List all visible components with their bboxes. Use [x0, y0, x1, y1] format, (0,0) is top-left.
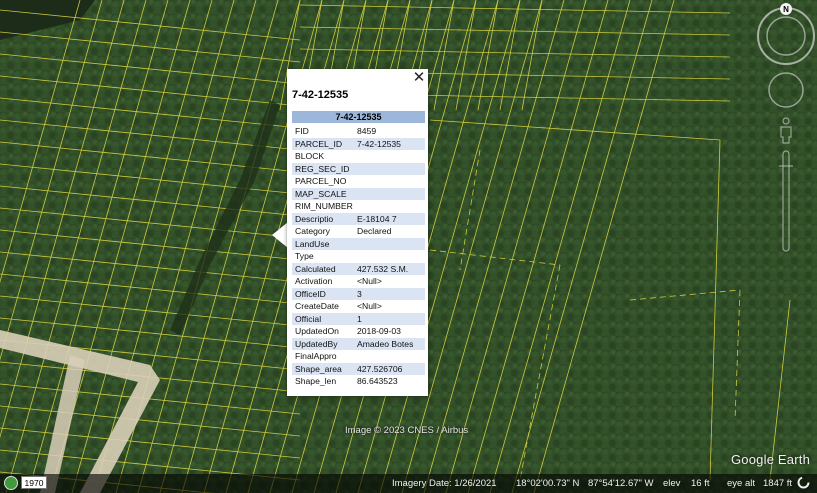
attribute-key: PARCEL_NO	[295, 176, 347, 187]
attribute-value	[354, 187, 425, 200]
attribute-value	[354, 250, 425, 263]
attribute-row: Category Declared	[292, 225, 425, 238]
attribute-value	[354, 237, 425, 250]
attribute-row: FinalAppro	[292, 350, 425, 363]
eye-alt-label: eye alt	[727, 478, 755, 489]
attribute-value: 8459	[357, 126, 377, 137]
attribute-value: 2018-09-03	[357, 326, 401, 337]
attribute-row: CreateDate <Null>	[292, 300, 425, 313]
attribute-value: 7-42-12535	[354, 137, 425, 150]
attribute-key: Official	[292, 312, 354, 325]
historical-year[interactable]: 1970	[21, 476, 47, 489]
streaming-icon	[797, 476, 810, 489]
attribute-row: Shape_len 86.643523	[292, 375, 425, 388]
attribute-key: UpdatedBy	[292, 337, 354, 350]
attribute-row: Type	[292, 250, 425, 263]
compass-north-label: N	[783, 5, 789, 14]
elevation-value: 16 ft	[691, 478, 710, 489]
popup-header: 7-42-12535	[292, 111, 425, 123]
attribute-row: LandUse	[292, 237, 425, 250]
attribute-key: PARCEL_ID	[292, 137, 354, 150]
attribute-value: <Null>	[357, 301, 382, 312]
attribute-row: Shape_area 427.526706	[292, 362, 425, 375]
attribute-row: OfficeID 3	[292, 287, 425, 300]
attribute-key: Activation	[295, 276, 333, 287]
historical-imagery-icon[interactable]	[4, 476, 18, 490]
attribute-key: BLOCK	[295, 151, 325, 162]
attribute-row: Descriptio E-18104 7	[292, 212, 425, 225]
attribute-row: Official 1	[292, 312, 425, 325]
attribute-row: PARCEL_NO	[292, 175, 425, 188]
google-earth-logo: Google Earth	[731, 452, 811, 467]
attribute-value: 427.532 S.M.	[354, 262, 425, 275]
attribute-value: 86.643523	[357, 376, 398, 387]
attribute-value: <Null>	[357, 276, 382, 287]
attribute-row: BLOCK	[292, 150, 425, 163]
latitude: 18°02'00.73" N	[516, 478, 580, 489]
attribute-row: PARCEL_ID 7-42-12535	[292, 137, 425, 150]
parcel-info-popup: ✕ 7-42-12535 7-42-12535 FID 8459 PARCEL_ID…	[287, 69, 428, 396]
attribute-value	[354, 150, 425, 163]
attribute-value: Amadeo Botes	[354, 337, 425, 350]
popup-pointer	[272, 222, 288, 248]
attribute-value: 3	[354, 287, 425, 300]
attribute-key: MAP_SCALE	[292, 187, 354, 200]
attribute-value: Declared	[357, 226, 392, 237]
attribute-value: E-18104 7	[354, 212, 425, 225]
eye-alt-value: 1847 ft	[763, 478, 793, 489]
attribute-key: Shape_area	[292, 362, 354, 375]
attribute-value	[354, 162, 425, 175]
attribute-value	[354, 200, 425, 213]
attribute-row: Calculated 427.532 S.M.	[292, 262, 425, 275]
imagery-credit: Image © 2023 CNES / Airbus	[345, 425, 469, 436]
attribute-row: RIM_NUMBER	[292, 200, 425, 213]
attribute-key: Shape_len	[295, 376, 337, 387]
popup-title: 7-42-12535	[292, 89, 349, 101]
attribute-row: MAP_SCALE	[292, 187, 425, 200]
elevation-label: elev	[663, 478, 681, 489]
attribute-key: REG_SEC_ID	[292, 162, 354, 175]
attribute-value: 427.526706	[354, 362, 425, 375]
attribute-key: OfficeID	[292, 287, 354, 300]
look-control	[768, 72, 804, 108]
attribute-row: REG_SEC_ID	[292, 162, 425, 175]
navigation-controls[interactable]: N	[755, 3, 817, 263]
attribute-key: RIM_NUMBER	[295, 201, 353, 212]
imagery-date: Imagery Date: 1/26/2021	[392, 478, 497, 489]
attribute-key: Calculated	[292, 262, 354, 275]
attribute-row: Activation <Null>	[292, 275, 425, 288]
attribute-key: Type	[295, 251, 314, 262]
attribute-value	[354, 350, 425, 363]
attribute-key: FID	[295, 126, 309, 137]
attribute-value: 1	[354, 312, 425, 325]
person-icon	[780, 117, 792, 144]
longitude: 87°54'12.67" W	[588, 478, 654, 489]
attribute-key: LandUse	[292, 237, 354, 250]
attribute-value	[354, 175, 425, 188]
attribute-key: Descriptio	[292, 212, 354, 225]
attribute-row: FID 8459	[292, 125, 425, 138]
close-icon[interactable]: ✕	[412, 70, 426, 85]
attribute-row: UpdatedBy Amadeo Botes	[292, 337, 425, 350]
attribute-table: FID 8459 PARCEL_ID 7-42-12535 BLOCK REG_SEC_I…	[292, 125, 425, 388]
attribute-key: FinalAppro	[295, 351, 337, 362]
attribute-row: UpdatedOn 2018-09-03	[292, 325, 425, 338]
attribute-key: Category	[295, 226, 330, 237]
attribute-key: UpdatedOn	[295, 326, 339, 337]
attribute-key: CreateDate	[295, 301, 339, 312]
